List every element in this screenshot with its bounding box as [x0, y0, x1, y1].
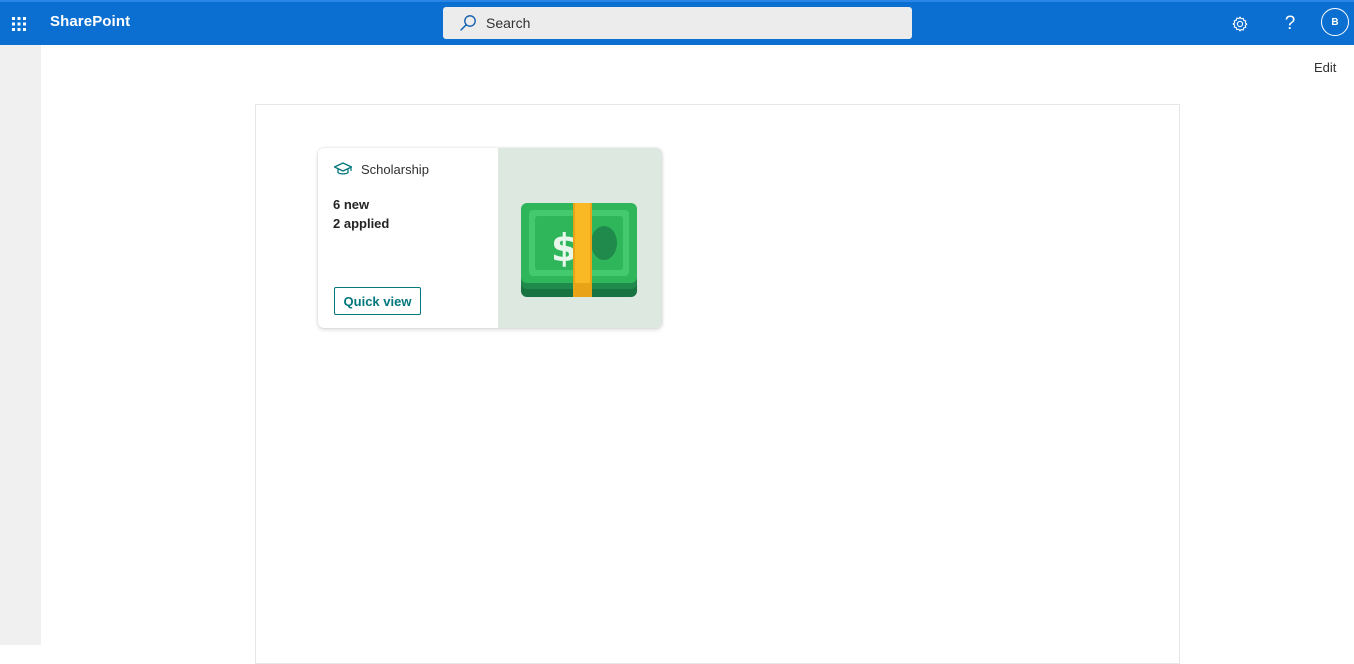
- search-box[interactable]: Search: [443, 7, 912, 39]
- card-title: Scholarship: [361, 161, 429, 177]
- card-content: Scholarship 6 new 2 applied Quick view: [318, 148, 498, 328]
- account-avatar[interactable]: B: [1321, 8, 1349, 36]
- edit-button[interactable]: Edit: [1314, 60, 1336, 75]
- settings-button[interactable]: [1222, 2, 1258, 45]
- new-count: 6 new: [333, 197, 370, 212]
- app-name-link[interactable]: SharePoint: [50, 13, 130, 30]
- search-icon: [460, 15, 476, 31]
- card-image-panel: $: [498, 148, 662, 328]
- money-bills-icon: $: [521, 203, 637, 297]
- graduation-cap-icon: [333, 162, 353, 175]
- settings-icon: [1232, 16, 1248, 31]
- help-button[interactable]: ?: [1272, 2, 1308, 45]
- help-icon: ?: [1284, 12, 1296, 34]
- card-header: Scholarship: [333, 161, 429, 177]
- search-placeholder: Search: [486, 15, 531, 31]
- applied-count: 2 applied: [333, 216, 390, 231]
- left-rail: [0, 45, 41, 645]
- quick-view-button[interactable]: Quick view: [334, 287, 421, 315]
- waffle-icon: [12, 16, 26, 31]
- suite-header: SharePoint Search ? B: [0, 0, 1354, 45]
- scholarship-card[interactable]: Scholarship 6 new 2 applied Quick view $: [318, 148, 662, 328]
- app-launcher-button[interactable]: [0, 2, 38, 45]
